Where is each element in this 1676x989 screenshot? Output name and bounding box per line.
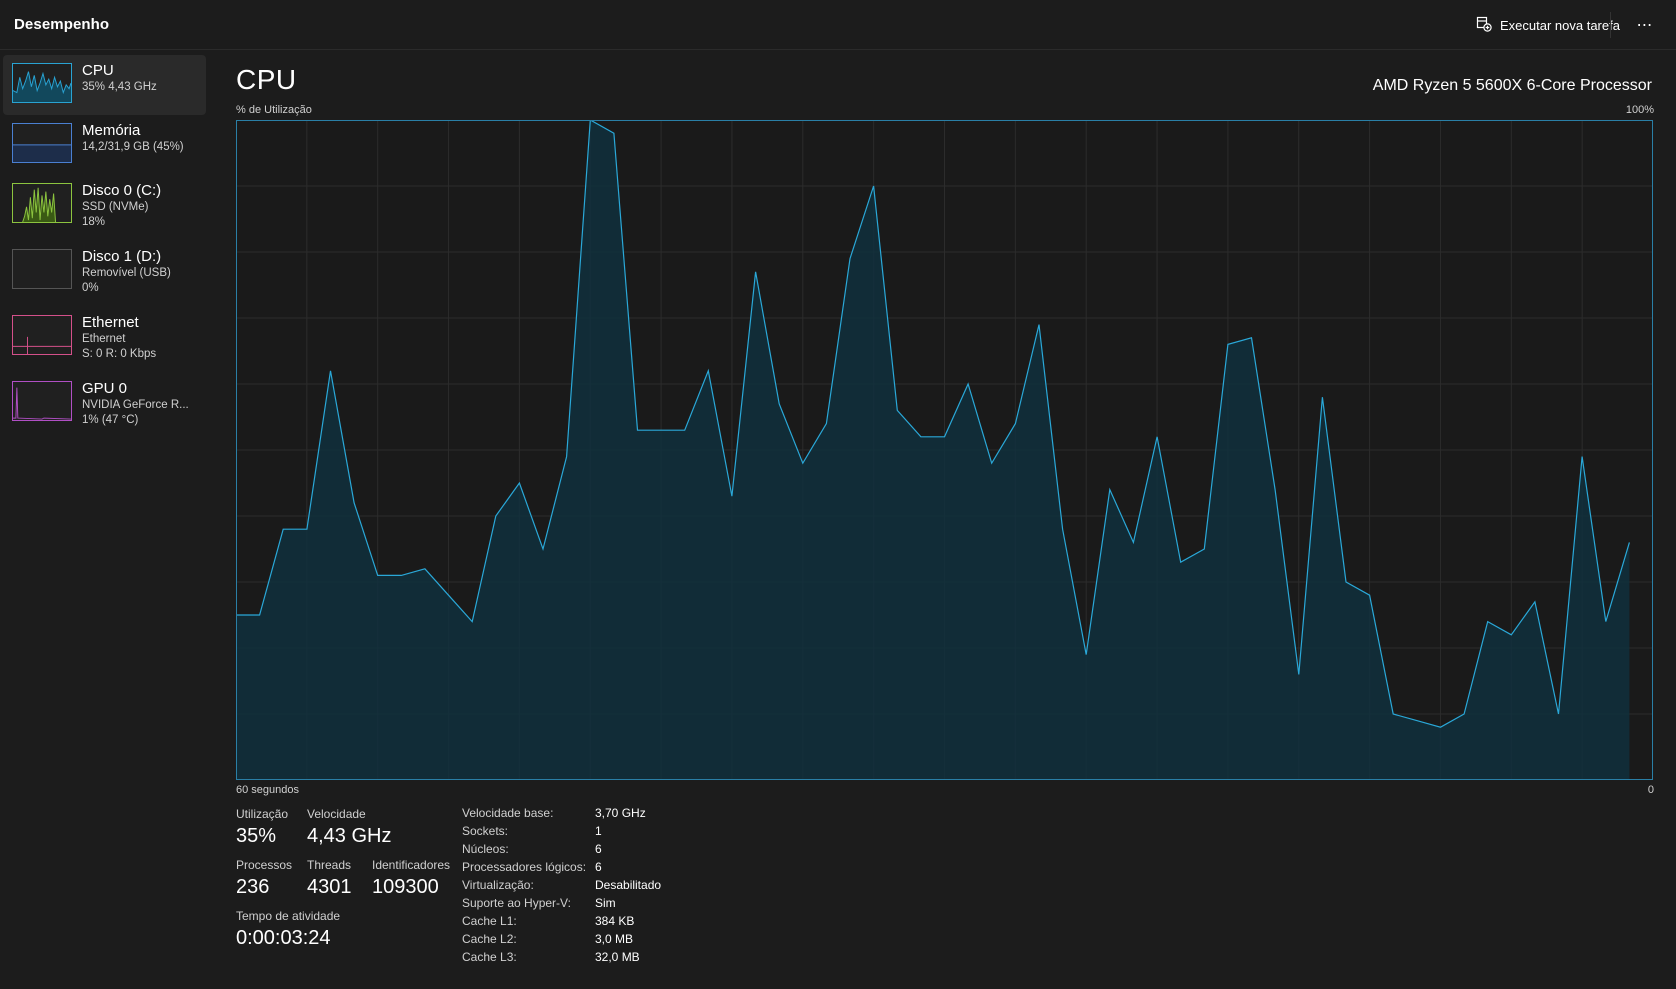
info-value: Desabilitado (595, 878, 662, 892)
x-axis-min-label: 0 (1647, 784, 1654, 796)
uptime-label: Tempo de atividade (236, 909, 341, 923)
sidebar-item-memory[interactable]: Memória 14,2/31,9 GB (45%) (3, 115, 206, 175)
sidebar-item-disk1-name: Disco 1 (D:) (82, 248, 162, 265)
info-key: Núcleos: (462, 842, 509, 856)
processes-label: Processos (236, 858, 293, 872)
info-value: 384 KB (595, 914, 635, 928)
sidebar-item-disk1-sub1: Removível (USB) (82, 267, 171, 279)
handles-label: Identificadores (372, 858, 451, 872)
threads-value: 4301 (307, 876, 352, 898)
sidebar-item-disk1[interactable]: Disco 1 (D:) Removível (USB) 0% (3, 241, 206, 301)
info-key: Sockets: (462, 824, 509, 838)
utilization-label: Utilização (236, 807, 289, 821)
title-bar: Desempenho Executar nova tarefa ⋯ (0, 0, 1676, 50)
disk0-thumbnail-graph (12, 183, 72, 223)
sidebar-item-gpu0[interactable]: GPU 0 NVIDIA GeForce R... 1% (47 °C) (3, 373, 206, 433)
x-axis-label: 60 segundos (236, 784, 299, 796)
sidebar-item-gpu0-sub1: NVIDIA GeForce R... (82, 399, 189, 411)
info-value: 1 (595, 824, 602, 838)
info-row-sockets: Sockets: 1 (462, 824, 722, 842)
sidebar-item-disk0-sub1: SSD (NVMe) (82, 201, 149, 213)
ethernet-thumbnail-graph (12, 315, 72, 355)
info-row-cache-l3: Cache L3: 32,0 MB (462, 950, 722, 968)
toolbar-divider (1610, 12, 1611, 38)
processes-value: 236 (236, 876, 270, 898)
info-row-cache-l2: Cache L2: 3,0 MB (462, 932, 722, 950)
info-value: 3,70 GHz (595, 806, 646, 820)
sidebar-item-memory-name: Memória (82, 122, 141, 139)
sidebar-item-cpu-sub: 35% 4,43 GHz (82, 81, 157, 93)
sidebar-item-disk0-sub2: 18% (82, 216, 106, 228)
memory-thumbnail-graph (12, 123, 72, 163)
info-key: Processadores lógicos: (462, 860, 587, 874)
sidebar-item-ethernet-name: Ethernet (82, 314, 139, 331)
info-row-cores: Núcleos: 6 (462, 842, 722, 860)
sidebar-item-disk1-sub2: 0% (82, 282, 99, 294)
info-key: Cache L2: (462, 932, 517, 946)
info-value: 3,0 MB (595, 932, 634, 946)
info-key: Suporte ao Hyper-V: (462, 896, 571, 910)
speed-label: Velocidade (307, 807, 366, 821)
info-row-hyperv: Suporte ao Hyper-V: Sim (462, 896, 722, 914)
sidebar-item-cpu[interactable]: CPU 35% 4,43 GHz (3, 55, 206, 115)
sidebar-item-gpu0-name: GPU 0 (82, 380, 128, 397)
utilization-value: 35% (236, 825, 277, 847)
info-value: 6 (595, 860, 602, 874)
cpu-heading: CPU (236, 64, 297, 95)
handles-value: 109300 (372, 876, 439, 898)
sidebar-item-disk0-name: Disco 0 (C:) (82, 182, 162, 199)
sidebar-item-disk0[interactable]: Disco 0 (C:) SSD (NVMe) 18% (3, 175, 206, 235)
threads-label: Threads (307, 858, 352, 872)
info-value: Sim (595, 896, 616, 910)
sidebar-item-cpu-name: CPU (82, 62, 114, 79)
info-key: Virtualização: (462, 878, 534, 892)
sidebar: CPU 35% 4,43 GHz Memória 14,2/31,9 GB (4… (0, 50, 210, 989)
disk1-thumbnail-graph (12, 249, 72, 289)
gpu0-thumbnail-graph (12, 381, 72, 421)
processor-name: AMD Ryzen 5 5600X 6-Core Processor (1372, 77, 1652, 94)
cpu-thumbnail-graph (12, 63, 72, 103)
info-key: Velocidade base: (462, 806, 554, 820)
y-axis-label: % de Utilização (236, 104, 312, 116)
cpu-performance-panel: CPU AMD Ryzen 5 5600X 6-Core Processor %… (236, 50, 1654, 989)
more-options-button[interactable]: ⋯ (1628, 12, 1662, 38)
sidebar-item-ethernet-sub1: Ethernet (82, 333, 126, 345)
info-key: Cache L1: (462, 914, 517, 928)
sidebar-item-ethernet-sub2: S: 0 R: 0 Kbps (82, 348, 157, 360)
run-task-icon (1476, 16, 1492, 35)
info-row-cache-l1: Cache L1: 384 KB (462, 914, 722, 932)
page-title: Desempenho (14, 16, 110, 33)
info-row-base-speed: Velocidade base: 3,70 GHz (462, 806, 722, 824)
info-value: 6 (595, 842, 602, 856)
y-axis-max-label: 100% (1625, 104, 1654, 116)
info-row-logical-processors: Processadores lógicos: 6 (462, 860, 722, 878)
info-value: 32,0 MB (595, 950, 640, 964)
uptime-value: 0:00:03:24 (236, 927, 331, 949)
info-key: Cache L3: (462, 950, 517, 964)
run-new-task-button[interactable]: Executar nova tarefa (1476, 12, 1620, 38)
sidebar-item-ethernet[interactable]: Ethernet Ethernet S: 0 R: 0 Kbps (3, 307, 206, 367)
info-row-virtualization: Virtualização: Desabilitado (462, 878, 722, 896)
cpu-utilization-chart (236, 120, 1653, 780)
sidebar-item-gpu0-sub2: 1% (47 °C) (82, 414, 139, 426)
speed-value: 4,43 GHz (307, 825, 392, 847)
sidebar-item-memory-sub: 14,2/31,9 GB (45%) (82, 141, 184, 153)
run-task-label: Executar nova tarefa (1500, 17, 1620, 33)
